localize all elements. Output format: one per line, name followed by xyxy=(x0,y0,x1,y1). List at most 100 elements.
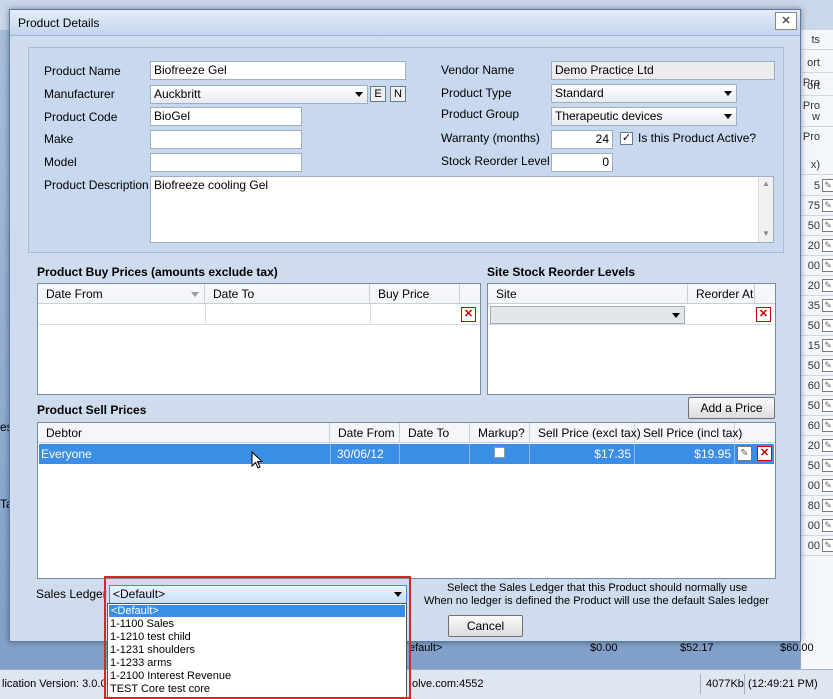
manufacturer-label: Manufacturer xyxy=(44,87,115,101)
cell-divider xyxy=(370,305,371,325)
column-debtor[interactable]: Debtor xyxy=(38,423,330,443)
delete-icon[interactable]: ✕ xyxy=(756,307,771,322)
markup-checkbox[interactable] xyxy=(494,447,505,458)
product-group-select[interactable]: Therapeutic devices xyxy=(551,107,737,126)
stock-reorder-field[interactable]: 0 xyxy=(551,153,613,172)
column-date-from[interactable]: Date From xyxy=(38,284,205,304)
table-row[interactable]: Everyone 30/06/12 $17.35 $19.95 ✎ ✕ xyxy=(39,444,774,464)
product-name-field[interactable]: Biofreeze Gel xyxy=(150,61,406,80)
pencil-icon[interactable]: ✎ xyxy=(822,379,833,392)
warranty-label: Warranty (months) xyxy=(441,131,540,145)
edit-icon[interactable]: ✎ xyxy=(737,446,752,461)
column-reorder-at[interactable]: Reorder At xyxy=(688,284,755,304)
manufacturer-new-button[interactable]: N xyxy=(390,86,406,102)
product-type-select[interactable]: Standard xyxy=(551,84,737,103)
scroll-down-icon[interactable]: ▼ xyxy=(762,229,770,238)
background-amount: $0.00 xyxy=(590,642,618,654)
chevron-down-icon xyxy=(724,91,732,96)
pencil-icon[interactable]: ✎ xyxy=(822,499,833,512)
background-cell: 60 xyxy=(807,380,820,392)
background-list: ts ort Pro ort Pro w Pro x) 5 ✎ 75 ✎ 50 ✎ 2… xyxy=(800,30,833,670)
pencil-icon[interactable]: ✎ xyxy=(822,359,833,372)
background-amount: $60.00 xyxy=(780,642,814,654)
column-buy-price[interactable]: Buy Price xyxy=(370,284,460,304)
product-description-label: Product Description xyxy=(44,178,149,192)
dialog-title: Product Details xyxy=(18,16,100,30)
buy-prices-title: Product Buy Prices (amounts exclude tax) xyxy=(37,265,278,279)
pencil-icon[interactable]: ✎ xyxy=(822,319,833,332)
add-price-button[interactable]: Add a Price xyxy=(688,397,775,419)
column-date-from[interactable]: Date From xyxy=(330,423,400,443)
pencil-icon[interactable]: ✎ xyxy=(822,219,833,232)
manufacturer-edit-button[interactable]: E xyxy=(370,86,386,102)
pencil-icon[interactable]: ✎ xyxy=(822,439,833,452)
description-scrollbar[interactable]: ▲ ▼ xyxy=(758,177,773,242)
buy-prices-grid: Date From Date To Buy Price ✕ xyxy=(37,283,481,395)
pencil-icon[interactable]: ✎ xyxy=(822,199,833,212)
sell-prices-header: Debtor Date From Date To Markup? Sell Pr… xyxy=(38,423,775,443)
site-stock-title: Site Stock Reorder Levels xyxy=(487,265,636,279)
column-markup[interactable]: Markup? xyxy=(470,423,530,443)
product-description-value: Biofreeze cooling Gel xyxy=(154,178,269,192)
background-cell: 20 xyxy=(807,440,820,452)
mouse-cursor-icon xyxy=(251,451,264,469)
background-row: 60 ✎ xyxy=(801,416,833,436)
background-row: ts xyxy=(801,30,833,50)
pencil-icon[interactable]: ✎ xyxy=(822,259,833,272)
status-separator xyxy=(744,674,745,694)
column-date-to[interactable]: Date To xyxy=(400,423,470,443)
pencil-icon[interactable]: ✎ xyxy=(822,539,833,552)
delete-icon[interactable]: ✕ xyxy=(461,307,476,322)
product-code-field[interactable]: BioGel xyxy=(150,107,302,126)
chevron-down-icon xyxy=(724,114,732,119)
status-host: olve.com:4552 xyxy=(412,678,484,690)
sell-prices-title: Product Sell Prices xyxy=(37,403,147,417)
background-row: 00 ✎ xyxy=(801,476,833,496)
site-stock-new-row[interactable]: ✕ xyxy=(488,305,775,325)
background-cell: ts xyxy=(811,34,820,46)
background-cell: 50 xyxy=(807,400,820,412)
pencil-icon[interactable]: ✎ xyxy=(822,519,833,532)
background-ledger-cell: efault> xyxy=(409,642,443,654)
column-sell-incl[interactable]: Sell Price (incl tax) xyxy=(635,423,742,443)
column-label: Date From xyxy=(46,287,103,301)
buy-prices-new-row[interactable]: ✕ xyxy=(38,305,480,325)
background-row: 20 ✎ xyxy=(801,276,833,296)
background-cell: 50 xyxy=(807,360,820,372)
stock-reorder-label: Stock Reorder Level xyxy=(441,154,550,168)
manufacturer-select[interactable]: Auckbritt xyxy=(150,85,368,104)
pencil-icon[interactable]: ✎ xyxy=(822,299,833,312)
pencil-icon[interactable]: ✎ xyxy=(822,239,833,252)
pencil-icon[interactable]: ✎ xyxy=(822,459,833,472)
column-site[interactable]: Site xyxy=(488,284,688,304)
background-row: 20 ✎ xyxy=(801,436,833,456)
warranty-field[interactable]: 24 xyxy=(551,130,613,149)
status-memory: 4077Kb xyxy=(706,678,744,690)
pencil-icon[interactable]: ✎ xyxy=(822,279,833,292)
model-label: Model xyxy=(44,155,77,169)
close-icon[interactable]: ✕ xyxy=(775,12,797,30)
pencil-icon[interactable]: ✎ xyxy=(822,339,833,352)
pencil-icon[interactable]: ✎ xyxy=(822,479,833,492)
background-cell: 5 xyxy=(813,180,820,192)
model-field[interactable] xyxy=(150,153,302,172)
column-sell-excl[interactable]: Sell Price (excl tax) xyxy=(530,423,641,443)
make-field[interactable] xyxy=(150,130,302,149)
background-cell: 50 xyxy=(807,320,820,332)
background-row: 15 ✎ xyxy=(801,336,833,356)
pencil-icon[interactable]: ✎ xyxy=(822,399,833,412)
background-row: ort Pro xyxy=(801,53,833,89)
scroll-up-icon[interactable]: ▲ xyxy=(762,179,770,188)
site-stock-header: Site Reorder At xyxy=(488,284,775,304)
cancel-button[interactable]: Cancel xyxy=(448,615,523,637)
site-select[interactable] xyxy=(490,306,685,324)
manufacturer-value: Auckbritt xyxy=(154,87,201,101)
pencil-icon[interactable]: ✎ xyxy=(822,419,833,432)
active-checkbox[interactable]: ✓ xyxy=(620,132,633,145)
column-date-to[interactable]: Date To xyxy=(205,284,370,304)
background-row: 00 ✎ xyxy=(801,536,833,556)
background-row: 50 ✎ xyxy=(801,356,833,376)
product-description-field[interactable]: Biofreeze cooling Gel ▲ ▼ xyxy=(150,176,774,243)
pencil-icon[interactable]: ✎ xyxy=(822,179,833,192)
delete-icon[interactable]: ✕ xyxy=(757,446,772,461)
